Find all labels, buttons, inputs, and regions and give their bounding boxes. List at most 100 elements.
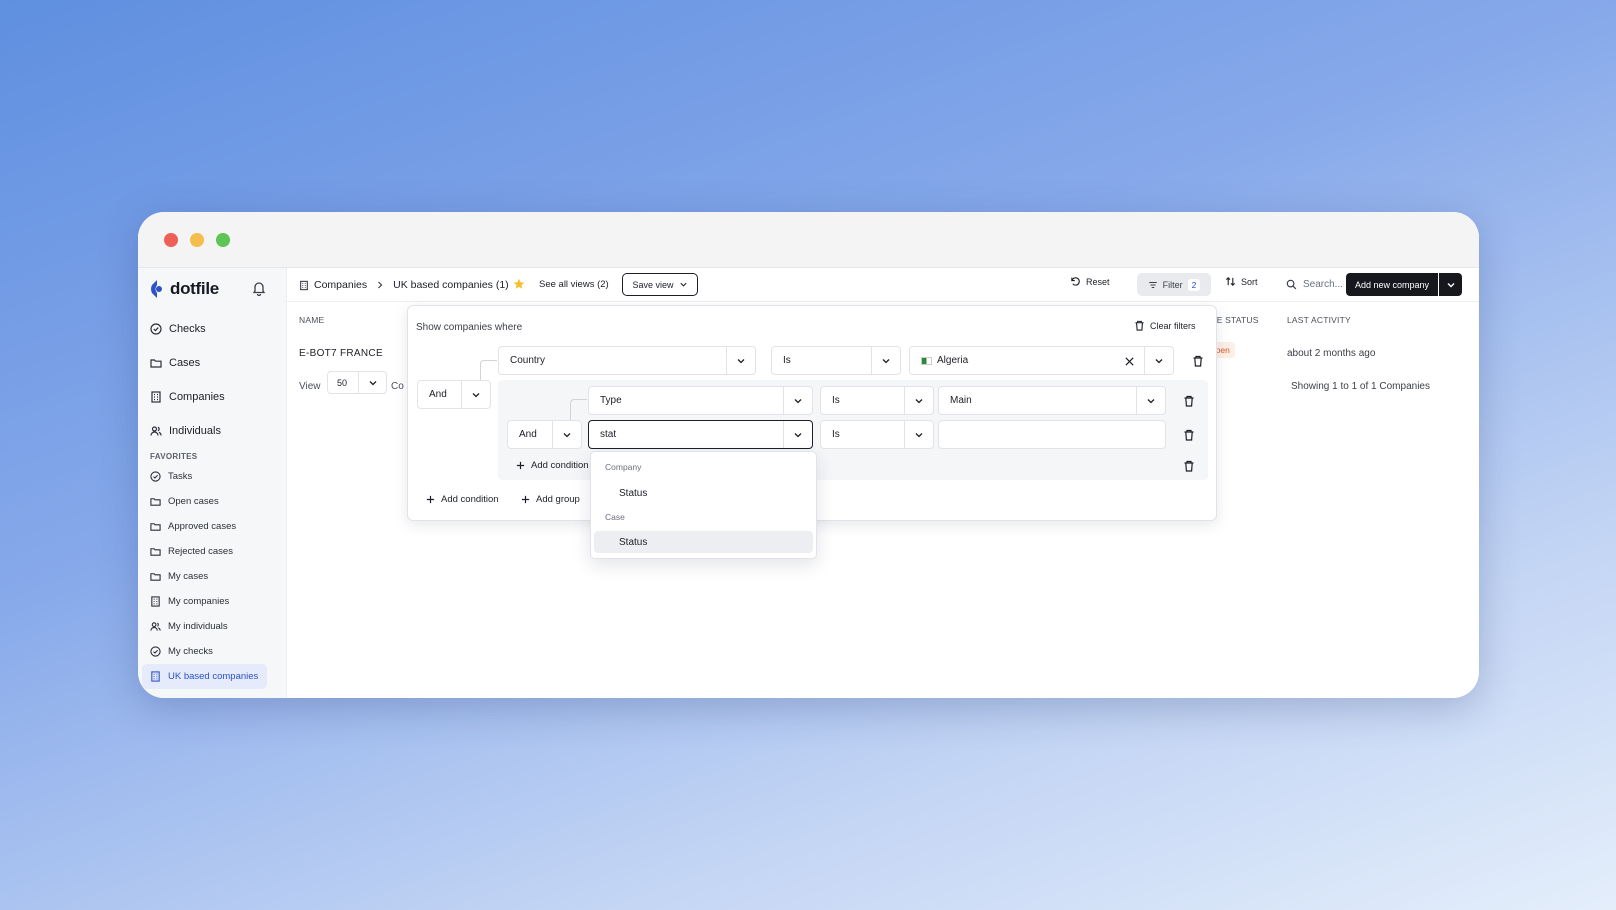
folder-icon [150,523,161,531]
chevron-down-icon [1155,358,1163,363]
chevron-down-icon [794,432,802,437]
check-circle-icon [150,323,162,335]
fav-item-my-cases[interactable]: My cases [138,564,283,589]
fav-item-my-individuals[interactable]: My individuals [138,614,283,639]
search-input[interactable]: Search... [1303,279,1343,290]
chevron-down-icon [1147,398,1155,403]
sort-button[interactable]: Sort [1225,276,1258,287]
maximize-window-button[interactable] [216,233,230,247]
column-header-last-activity[interactable]: LAST ACTIVITY [1287,315,1351,325]
view-label: View [299,381,321,392]
plus-icon [521,495,530,504]
chevron-down-icon [679,282,687,287]
group-condition-field-value: Type [600,395,622,406]
folder-icon [150,498,161,506]
page-size-select[interactable]: 50 [327,371,387,394]
table-row-last-activity: about 2 months ago [1287,348,1376,359]
group-logic-select[interactable]: And [507,420,582,449]
add-new-company-button[interactable]: Add new company [1346,273,1438,296]
users-icon [150,426,162,436]
add-group-button[interactable]: Add group [521,494,580,505]
search-box[interactable]: Search... [1286,279,1343,290]
group-add-condition-button[interactable]: Add condition [516,460,589,471]
dropdown-item-company-status[interactable]: Status [594,482,813,504]
group-condition-2-value-input[interactable] [938,420,1166,449]
group-condition-2-operator-select[interactable]: Is [820,420,934,449]
reset-label: Reset [1086,276,1110,287]
nav-item-label: Cases [169,357,201,369]
filter-count-badge: 2 [1187,278,1201,291]
group-condition-value-select[interactable]: Main [938,386,1166,415]
outer-logic-value: And [429,389,447,400]
group-add-condition-label: Add condition [531,460,589,471]
fav-item-my-checks[interactable]: My checks [138,639,283,664]
reset-icon [1071,277,1080,286]
condition-operator-select[interactable]: Is [771,346,901,375]
group-condition-operator-select[interactable]: Is [820,386,934,415]
breadcrumb-current-view[interactable]: UK based companies (1) [393,279,509,291]
fav-item-rejected-cases[interactable]: Rejected cases [138,539,283,564]
add-condition-button[interactable]: Add condition [426,494,499,505]
condition-operator-value: Is [783,355,791,366]
fav-item-approved-cases[interactable]: Approved cases [138,514,283,539]
group-condition-field-select[interactable]: Type [588,386,813,415]
fav-item-label: Open cases [168,496,219,507]
table-row-company-name[interactable]: E-BOT7 FRANCE [299,348,383,359]
fav-item-my-companies[interactable]: My companies [138,589,283,614]
folder-icon [150,548,161,556]
nav-item-checks[interactable]: Checks [138,312,287,346]
reset-button[interactable]: Reset [1070,276,1110,287]
breadcrumb-companies[interactable]: Companies [314,279,367,291]
add-options-dropdown-button[interactable] [1439,273,1462,296]
minimize-window-button[interactable] [190,233,204,247]
close-window-button[interactable] [164,233,178,247]
condition-value-select[interactable]: Algeria [909,346,1174,375]
bell-icon[interactable] [252,280,266,296]
save-view-button[interactable]: Save view [622,273,698,296]
trash-icon[interactable] [1183,429,1195,441]
clear-filters-button[interactable]: Clear filters [1134,320,1196,331]
dropdown-item-case-status[interactable]: Status [594,531,813,553]
save-view-label: Save view [632,279,674,290]
nav-item-individuals[interactable]: Individuals [138,414,287,448]
chevron-down-icon [737,358,745,363]
nav-item-cases[interactable]: Cases [138,346,287,380]
trash-icon[interactable] [1192,355,1204,367]
search-icon [1286,279,1297,290]
nav-item-label: Checks [169,323,206,335]
building-icon [151,671,160,682]
chevron-down-icon [915,432,923,437]
filter-icon [1148,281,1157,288]
star-icon[interactable] [513,278,525,290]
fav-item-tasks[interactable]: Tasks [138,464,283,489]
building-icon [151,391,161,403]
sort-icon [1225,277,1236,286]
group-condition-field-search-input[interactable]: stat [588,420,813,449]
chevron-right-icon [378,281,383,289]
main-nav: Checks Cases Companies Individuals [138,312,287,448]
logo[interactable]: dotfile [150,279,219,299]
algeria-flag-icon [921,356,932,365]
column-header-name[interactable]: NAME [299,315,324,325]
folder-icon [150,359,162,368]
nav-item-companies[interactable]: Companies [138,380,287,414]
plus-icon [426,495,435,504]
fav-item-open-cases[interactable]: Open cases [138,489,283,514]
condition-value: Algeria [937,355,969,366]
fav-item-uk-based-companies[interactable]: UK based companies [142,664,267,689]
dropdown-group-company: Company [605,462,642,472]
close-icon[interactable] [1124,356,1135,367]
group-condition-field-search-value: stat [600,429,617,440]
condition-field-select[interactable]: Country [498,346,756,375]
fav-item-label: My individuals [168,621,228,632]
filter-button[interactable]: Filter 2 [1137,273,1211,296]
outer-logic-select[interactable]: And [417,380,491,409]
trash-icon[interactable] [1183,460,1195,472]
title-bar [138,212,1479,268]
see-all-views-button[interactable]: See all views (2) [539,279,609,290]
fav-item-label: My cases [168,571,209,582]
users-icon [150,622,161,631]
trash-icon[interactable] [1183,395,1195,407]
check-circle-icon [150,471,161,482]
fav-item-label: Approved cases [168,521,237,532]
